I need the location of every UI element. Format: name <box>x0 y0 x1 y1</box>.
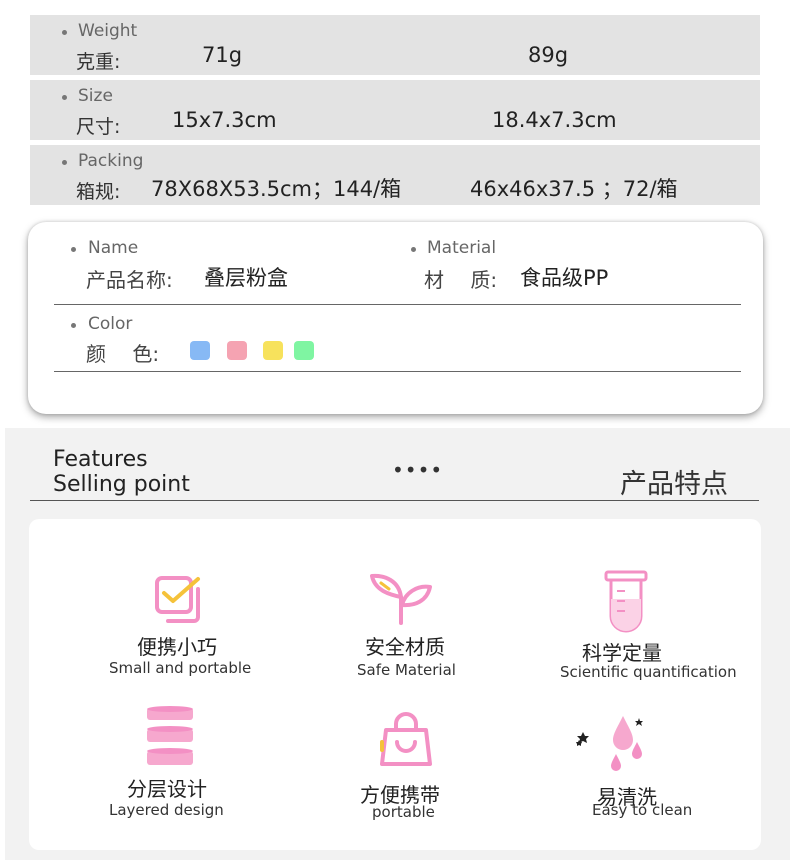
bullet-icon <box>62 95 67 100</box>
features-card: 便携小巧 Small and portable 安全材质 Safe Materi… <box>29 519 761 850</box>
spec-label-en: Size <box>78 86 113 106</box>
divider <box>54 371 741 372</box>
feature-title-en: Layered design <box>109 801 224 819</box>
color-label-zh: 颜 色: <box>86 342 160 366</box>
name-label-en: Name <box>88 238 139 258</box>
features-title-zh: 产品特点 <box>620 469 728 500</box>
test-tube-icon <box>604 570 648 633</box>
spec-row-size: Size 尺寸: 15x7.3cm 18.4x7.3cm <box>30 80 760 140</box>
selling-point-title-en: Selling point <box>53 472 190 497</box>
spec-label-zh: 尺寸: <box>76 116 121 138</box>
spec-value-small: 78X68X53.5cm；144/箱 <box>151 177 402 201</box>
color-swatch-yellow <box>263 341 283 360</box>
water-drops-icon <box>576 716 643 771</box>
feature-title-en: portable <box>372 803 435 821</box>
spec-label-zh: 克重: <box>76 51 121 73</box>
material-value: 食品级PP <box>520 266 609 290</box>
feature-title-zh: 分层设计 <box>127 777 207 801</box>
feature-title-en: Scientific quantification <box>560 663 737 681</box>
color-swatch-green <box>294 341 314 360</box>
feature-title-en: Easy to clean <box>592 801 693 819</box>
spec-row-weight: Weight 克重: 71g 89g <box>30 15 760 75</box>
feature-title-en: Safe Material <box>357 661 456 679</box>
sprout-icon <box>370 573 432 625</box>
divider <box>54 304 741 305</box>
color-label-en: Color <box>88 314 133 334</box>
feature-title-en: Small and portable <box>109 659 252 677</box>
features-title-en: Features <box>53 447 148 472</box>
bullet-icon <box>62 160 67 165</box>
color-swatch-pink <box>227 341 247 360</box>
spec-value-large: 46x46x37.5 ；72/箱 <box>470 177 678 201</box>
color-swatch-blue <box>190 341 210 360</box>
spec-row-packing: Packing 箱规: 78X68X53.5cm；144/箱 46x46x37.… <box>30 145 760 205</box>
spec-label-en: Weight <box>78 21 138 41</box>
bullet-icon <box>71 247 76 252</box>
layers-icon <box>147 706 193 765</box>
product-name-value: 叠层粉盒 <box>204 266 288 290</box>
features-divider <box>30 500 759 501</box>
bullet-icon <box>71 323 76 328</box>
product-info-card: Name 产品名称: 叠层粉盒 Material 材 质: 食品级PP Colo… <box>28 222 763 414</box>
check-box-icon <box>155 576 200 623</box>
material-label-zh: 材 质: <box>424 268 498 292</box>
spec-label-zh: 箱规: <box>76 181 121 203</box>
feature-title-zh: 便携小巧 <box>137 635 217 659</box>
bullet-icon <box>62 30 67 35</box>
bullet-icon <box>411 247 416 252</box>
shopping-bag-icon <box>380 712 432 766</box>
spec-value-small: 15x7.3cm <box>172 108 277 132</box>
decorative-dots: •••• <box>392 458 444 482</box>
feature-title-zh: 安全材质 <box>365 635 445 659</box>
material-label-en: Material <box>427 238 497 258</box>
spec-label-en: Packing <box>78 151 144 171</box>
spec-value-large: 89g <box>528 43 569 67</box>
spec-value-large: 18.4x7.3cm <box>492 108 617 132</box>
name-label-zh: 产品名称: <box>86 268 173 292</box>
feature-title-zh: 科学定量 <box>582 641 662 665</box>
spec-value-small: 71g <box>202 43 243 67</box>
